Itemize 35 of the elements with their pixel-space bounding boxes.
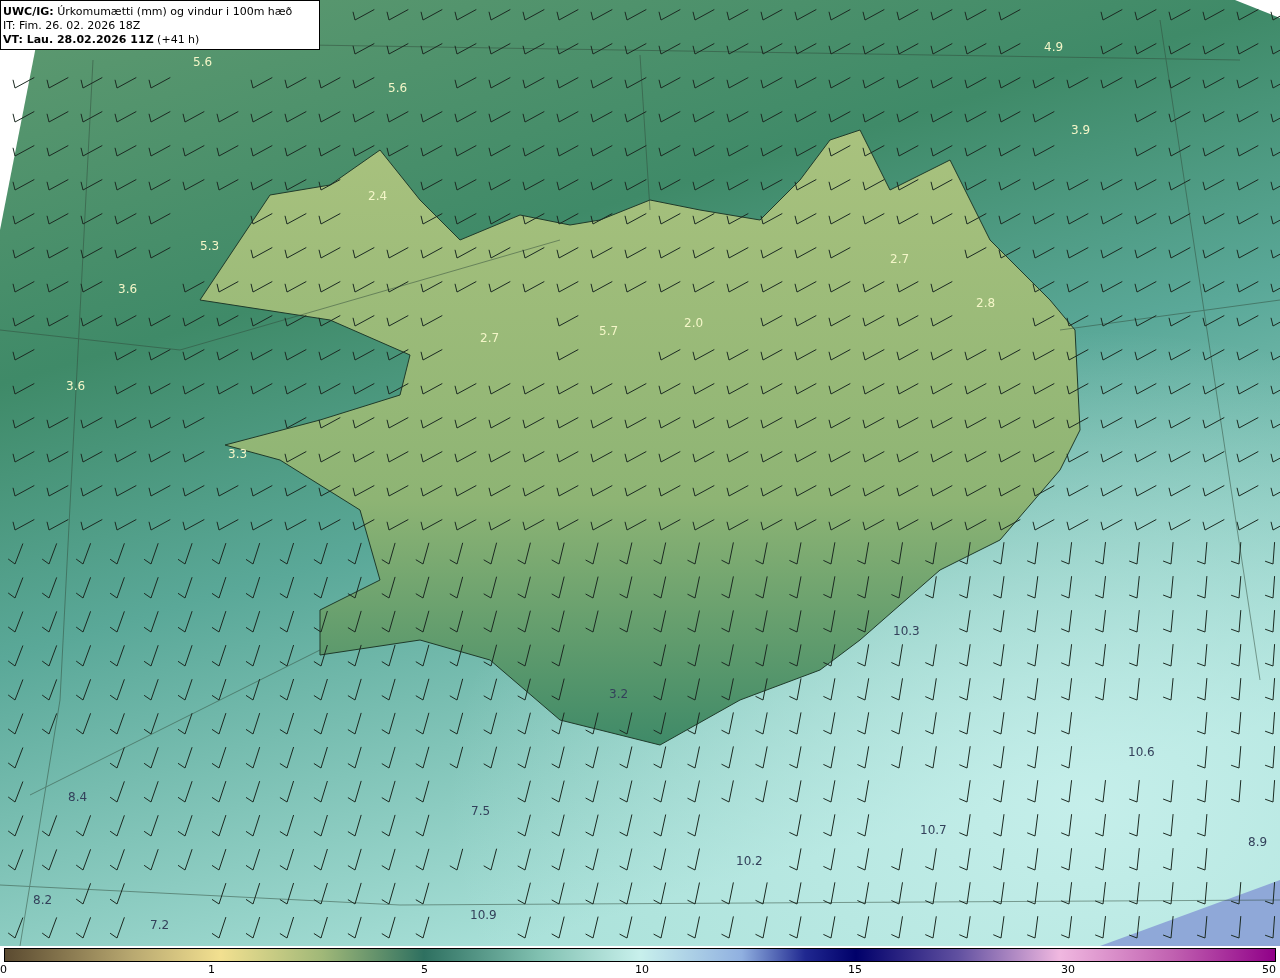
precipitation-value: 5.6 xyxy=(388,81,408,95)
precipitation-value: 8.2 xyxy=(33,893,53,907)
init-time: IT: Fim. 26. 02. 2026 18Z xyxy=(3,19,142,33)
precipitation-value: 10.7 xyxy=(920,823,947,837)
precipitation-value: 2.4 xyxy=(368,189,388,203)
precipitation-value: 2.7 xyxy=(890,252,910,266)
colorbar-tick-label: 30 xyxy=(1061,963,1075,976)
precipitation-value: 3.6 xyxy=(66,379,86,393)
precipitation-value: 4.9 xyxy=(1044,40,1064,54)
precipitation-value: 7.5 xyxy=(471,804,491,818)
precipitation-value: 5.3 xyxy=(200,239,220,253)
precipitation-value: 3.6 xyxy=(118,282,138,296)
colorbar-tick-label: 0 xyxy=(0,963,7,976)
precipitation-value: 7.2 xyxy=(150,918,170,932)
colorbar-tick-label: 5 xyxy=(421,963,428,976)
colorbar-tick-label: 50 xyxy=(1262,963,1276,976)
precipitation-value: 5.7 xyxy=(599,324,619,338)
precipitation-value: 8.9 xyxy=(1248,835,1268,849)
colorbar-tick-label: 15 xyxy=(848,963,862,976)
precipitation-value: 10.2 xyxy=(736,854,763,868)
colorbar-tick-label: 10 xyxy=(635,963,649,976)
precipitation-value: 3.3 xyxy=(228,447,248,461)
precipitation-value: 10.6 xyxy=(1128,745,1155,759)
precipitation-value: 3.2 xyxy=(609,687,629,701)
precipitation-value: 3.9 xyxy=(1071,123,1091,137)
precipitation-value: 5.6 xyxy=(193,55,213,69)
precipitation-value: 2.7 xyxy=(480,331,500,345)
valid-time: VT: Lau. 28.02.2026 11Z (+41 h) xyxy=(3,33,201,47)
precipitation-value: 2.8 xyxy=(976,296,996,310)
precipitation-value: 10.9 xyxy=(470,908,497,922)
precipitation-value: 10.3 xyxy=(893,624,920,638)
precipitation-value: 8.4 xyxy=(68,790,88,804)
colorbar-tick-label: 1 xyxy=(208,963,215,976)
map-title: UWC/IG: Úrkomumætti (mm) og vindur i 100m hæð xyxy=(3,5,293,19)
precipitation-value: 2.0 xyxy=(684,316,704,330)
